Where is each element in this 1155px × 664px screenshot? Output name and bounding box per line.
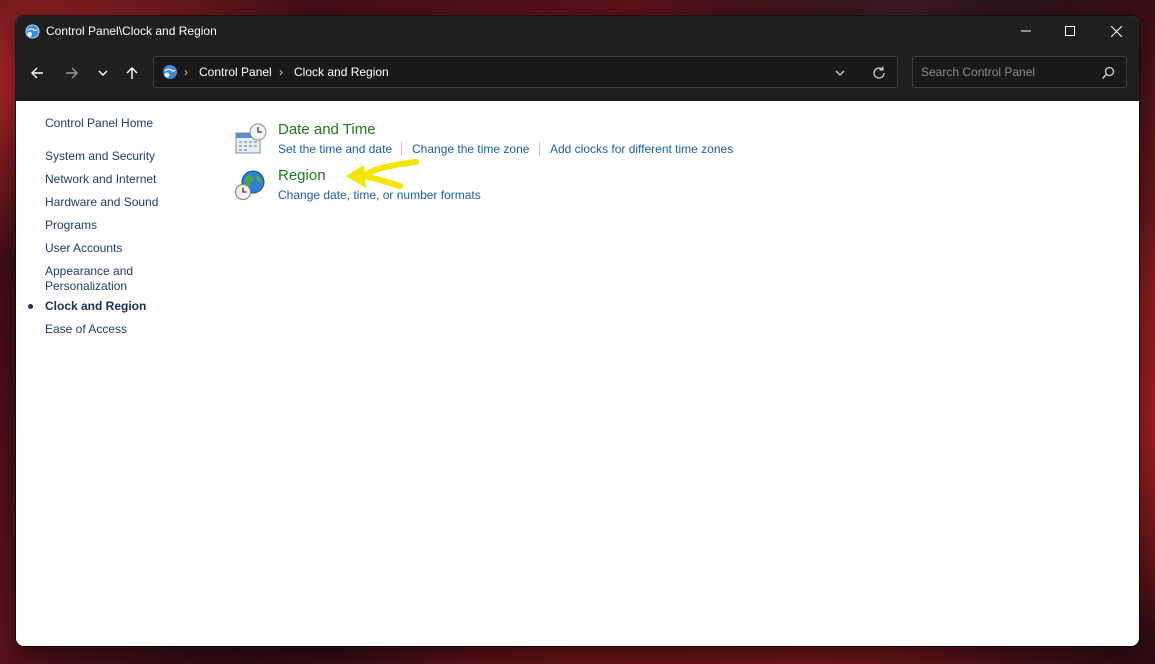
task-add-clocks[interactable]: Add clocks for different time zones bbox=[550, 142, 733, 156]
up-button[interactable] bbox=[120, 61, 144, 85]
breadcrumb-clock-and-region[interactable]: Clock and Region bbox=[294, 65, 389, 79]
window-title: Control Panel\Clock and Region bbox=[46, 24, 217, 38]
sidebar-item-programs[interactable]: Programs bbox=[45, 218, 185, 233]
task-change-formats[interactable]: Change date, time, or number formats bbox=[278, 188, 481, 202]
navigation-bar: › Control Panel › Clock and Region bbox=[16, 46, 1139, 101]
sidebar-item-system-and-security[interactable]: System and Security bbox=[45, 149, 185, 164]
minimize-button[interactable] bbox=[1003, 16, 1049, 46]
sidebar-item-user-accounts[interactable]: User Accounts bbox=[45, 241, 185, 256]
chevron-right-icon: › bbox=[184, 65, 188, 79]
arrow-up-icon bbox=[126, 67, 138, 79]
chevron-down-icon bbox=[98, 70, 108, 76]
category-date-and-time[interactable]: Date and Time bbox=[278, 121, 376, 138]
search-icon[interactable] bbox=[1100, 65, 1116, 81]
globe-clock-icon bbox=[234, 170, 265, 201]
sidebar-item-network-and-internet[interactable]: Network and Internet bbox=[45, 172, 185, 187]
recent-locations-button[interactable] bbox=[91, 61, 115, 85]
back-button[interactable] bbox=[25, 61, 49, 85]
control-panel-window: Control Panel\Clock and Region › Control… bbox=[16, 16, 1139, 646]
arrow-right-icon bbox=[66, 67, 78, 79]
task-divider bbox=[539, 142, 540, 156]
breadcrumb-control-panel[interactable]: Control Panel bbox=[199, 65, 272, 79]
chevron-right-icon: › bbox=[279, 65, 283, 79]
calendar-clock-icon bbox=[235, 123, 267, 154]
active-bullet bbox=[28, 304, 33, 309]
task-change-time-zone[interactable]: Change the time zone bbox=[412, 142, 529, 156]
sidebar-item-hardware-and-sound[interactable]: Hardware and Sound bbox=[45, 195, 185, 210]
sidebar-item-clock-and-region[interactable]: Clock and Region bbox=[45, 299, 185, 314]
category-region[interactable]: Region bbox=[278, 167, 326, 184]
control-panel-icon bbox=[25, 24, 40, 39]
refresh-icon[interactable] bbox=[870, 64, 888, 82]
task-divider bbox=[401, 142, 402, 156]
close-button[interactable] bbox=[1093, 16, 1139, 46]
search-box[interactable] bbox=[912, 56, 1127, 88]
title-bar[interactable]: Control Panel\Clock and Region bbox=[16, 16, 1139, 46]
minimize-icon bbox=[1021, 30, 1031, 32]
search-input[interactable] bbox=[913, 57, 1101, 87]
sidebar-item-ease-of-access[interactable]: Ease of Access bbox=[45, 322, 185, 337]
forward-button[interactable] bbox=[60, 61, 84, 85]
maximize-button[interactable] bbox=[1047, 16, 1093, 46]
address-bar[interactable]: › Control Panel › Clock and Region bbox=[153, 56, 898, 88]
control-panel-icon bbox=[163, 65, 177, 79]
sidebar-control-panel-home[interactable]: Control Panel Home bbox=[45, 116, 185, 131]
close-icon bbox=[1110, 25, 1122, 37]
task-set-time-and-date[interactable]: Set the time and date bbox=[278, 142, 392, 156]
chevron-down-icon[interactable] bbox=[832, 65, 848, 81]
content-area: Control Panel Home System and Security N… bbox=[16, 101, 1139, 646]
sidebar-item-appearance-and-personalization[interactable]: Appearance and Personalization bbox=[45, 264, 145, 294]
arrow-left-icon bbox=[31, 67, 43, 79]
maximize-icon bbox=[1065, 26, 1075, 36]
